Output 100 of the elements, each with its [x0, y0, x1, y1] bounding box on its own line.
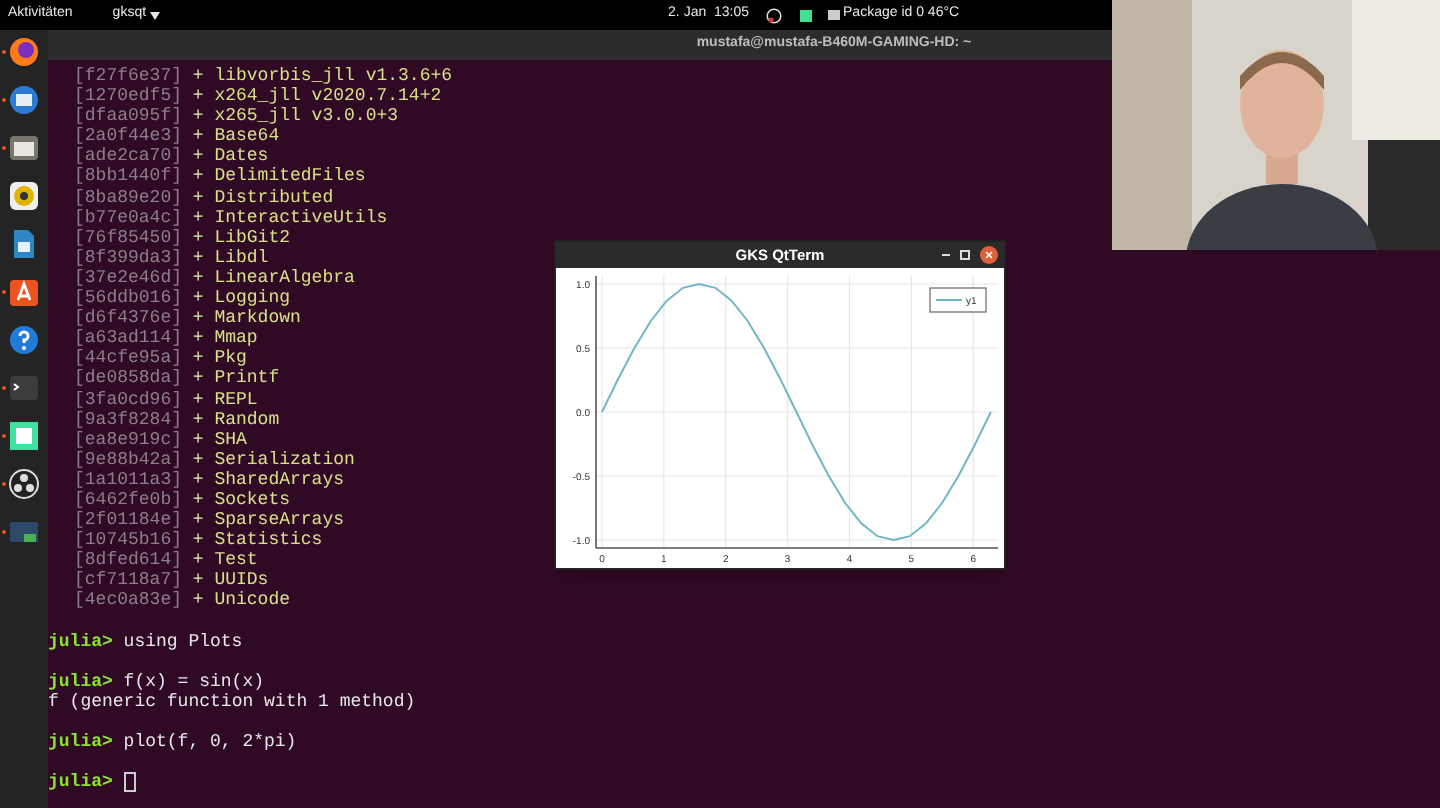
package-id: [44cfe95a] [74, 348, 183, 369]
package-name: Mmap [214, 328, 258, 349]
package-id: [76f85450] [74, 227, 183, 248]
package-name: Libdl [214, 247, 269, 268]
package-name: Distributed [214, 187, 334, 208]
package-name: LinearAlgebra [214, 267, 355, 289]
package-id: [9e88b42a] [74, 449, 183, 470]
package-id: [6462fe0b] [74, 489, 183, 511]
plus-sign: + [192, 389, 204, 410]
plus-sign: + [192, 247, 204, 268]
package-id: [ea8e919c] [74, 429, 183, 450]
package-id: [b77e0a4c] [74, 207, 183, 228]
package-id: [cf7118a7] [74, 570, 183, 591]
package-id: [10745b16] [74, 530, 183, 551]
package-name: InteractiveUtils [214, 207, 388, 228]
plus-sign: + [192, 348, 204, 369]
package-name: REPL [214, 389, 258, 410]
monitor-icon[interactable] [8, 516, 40, 548]
package-name: Statistics [214, 530, 323, 551]
package-id: [d6f4376e] [74, 308, 183, 329]
plus-sign: + [192, 187, 204, 208]
package-name: UUIDs [214, 570, 269, 591]
command: using Plots [123, 631, 243, 652]
prompt: julia> [48, 671, 113, 692]
package-id: [1a1011a3] [74, 469, 183, 490]
mail-icon[interactable] [8, 84, 40, 116]
package-name: libvorbis_jll v1.3.6+6 [214, 66, 453, 87]
package-name: x264_jll v2020.7.14+2 [214, 86, 442, 107]
package-id: [dfaa095f] [74, 106, 183, 127]
plus-sign: + [192, 590, 204, 612]
document-icon[interactable] [8, 228, 40, 260]
package-id: [4ec0a83e] [74, 590, 183, 612]
package-id: [ade2ca70] [74, 146, 183, 167]
folder-icon[interactable] [8, 132, 40, 164]
package-id: [de0858da] [74, 368, 183, 389]
plus-sign: + [192, 106, 204, 127]
plus-sign: + [192, 227, 204, 248]
plus-sign: + [192, 368, 204, 389]
plus-sign: + [192, 267, 204, 289]
package-name: Markdown [214, 308, 301, 329]
package-name: Serialization [214, 449, 355, 470]
square-icon [799, 9, 812, 21]
package-name: Random [214, 409, 280, 430]
plus-sign: + [192, 570, 204, 591]
plus-sign: + [192, 207, 204, 228]
package-id: [8dfed614] [74, 550, 183, 571]
text-cursor [123, 772, 136, 793]
package-id: [56ddb016] [74, 288, 183, 309]
package-id: [f27f6e37] [74, 66, 183, 87]
help-icon[interactable] [8, 324, 40, 356]
terminal-icon[interactable] [8, 372, 40, 404]
package-name: DelimitedFiles [214, 166, 366, 188]
package-name: Pkg [214, 348, 247, 369]
close-icon[interactable] [980, 246, 998, 264]
caret-icon [150, 11, 161, 19]
package-id: [8ba89e20] [74, 187, 183, 208]
package-name: Sockets [214, 489, 291, 511]
square-icon[interactable] [8, 420, 40, 452]
plus-sign: + [192, 328, 204, 349]
output-text: f (generic function with 1 method) [48, 691, 416, 712]
plus-sign: + [192, 86, 204, 107]
package-name: SHA [214, 429, 247, 450]
package-name: x265_jll v3.0.0+3 [214, 106, 399, 127]
package-id: [a63ad114] [74, 328, 183, 349]
plus-sign: + [192, 409, 204, 430]
package-name: Logging [214, 288, 291, 309]
emoji-icon [765, 7, 782, 23]
package-name: Test [214, 550, 258, 571]
package-name: SparseArrays [214, 510, 345, 531]
package-id: [2f01184e] [74, 510, 183, 531]
package-id: [37e2e46d] [74, 267, 183, 289]
plus-sign: + [192, 429, 204, 450]
plus-sign: + [192, 449, 204, 470]
command: plot(f, 0, 2*pi) [123, 732, 297, 753]
command: f(x) = sin(x) [123, 671, 265, 692]
plus-sign: + [192, 530, 204, 551]
plus-sign: + [192, 510, 204, 531]
plus-sign: + [192, 489, 204, 511]
store-icon[interactable] [8, 276, 40, 308]
maximize-icon[interactable] [960, 250, 970, 260]
plus-sign: + [192, 146, 204, 167]
package-name: Unicode [214, 590, 291, 612]
minimize-icon[interactable] [942, 253, 950, 257]
package-id: [2a0f44e3] [74, 126, 183, 147]
plus-sign: + [192, 66, 204, 87]
package-id: [3fa0cd96] [74, 389, 183, 409]
record-icon[interactable] [8, 468, 40, 500]
plus-sign: + [192, 469, 204, 490]
prompt: julia> [48, 772, 113, 793]
package-name: Printf [214, 368, 280, 389]
plus-sign: + [192, 550, 204, 571]
speaker-icon[interactable] [8, 180, 40, 212]
package-name: Base64 [214, 126, 280, 147]
browser-icon[interactable] [8, 36, 40, 68]
plus-sign: + [192, 166, 204, 188]
plus-sign: + [192, 308, 204, 329]
prompt: julia> [48, 732, 113, 753]
package-id: [8f399da3] [74, 247, 183, 268]
package-name: SharedArrays [214, 469, 345, 490]
package-name: LibGit2 [214, 227, 291, 248]
